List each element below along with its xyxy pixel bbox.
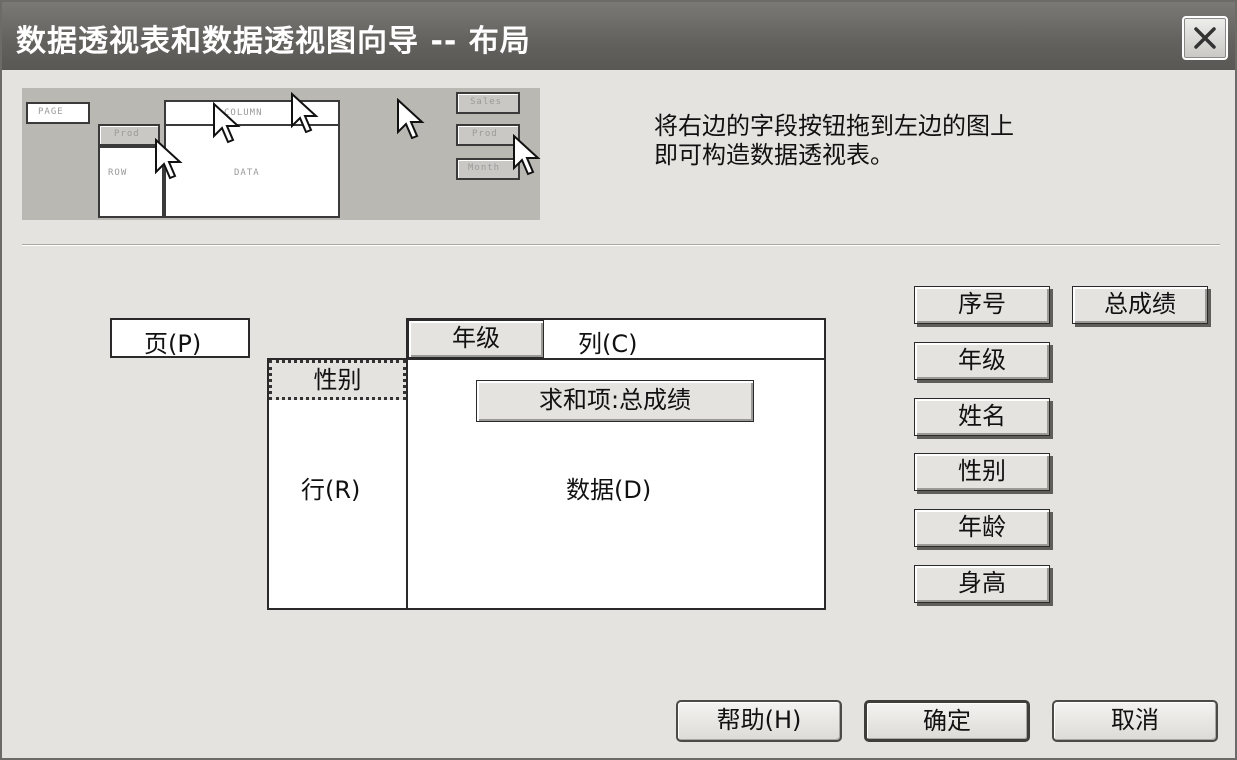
cursor-arrow-icon — [291, 92, 319, 134]
cursor-arrow-icon — [513, 134, 541, 176]
field-button-age[interactable]: 年龄 — [914, 509, 1050, 547]
preview-field-prod: Prod — [456, 124, 520, 146]
preview-prod-button: Prod — [98, 124, 160, 146]
field-button-gender[interactable]: 性别 — [914, 453, 1050, 491]
row-field-gender[interactable]: 性别 — [269, 360, 406, 400]
separator — [22, 244, 1220, 246]
preview-data-label: DATA — [234, 168, 260, 178]
close-button[interactable] — [1182, 16, 1228, 60]
instruction-line: 将右边的字段按钮拖到左边的图上 — [654, 112, 1014, 140]
page-drop-area[interactable]: 页(P) — [110, 318, 250, 358]
layout-preview-illustration: PAGE COLUMN ROW DATA Prod Sales Prod Mon… — [22, 88, 541, 220]
row-area-label: 行(R) — [301, 476, 361, 504]
data-area-label: 数据(D) — [566, 476, 652, 504]
preview-row-label: ROW — [108, 168, 128, 178]
field-button-serial[interactable]: 序号 — [914, 286, 1050, 324]
preview-page-label: PAGE — [38, 107, 64, 117]
page-area-label: 页(P) — [144, 330, 202, 358]
instruction-line: 即可构造数据透视表。 — [654, 141, 894, 169]
pivot-wizard-dialog: 数据透视表和数据透视图向导 -- 布局 PAGE COLUMN ROW DATA… — [0, 0, 1237, 760]
preview-field-label: Month — [468, 163, 501, 173]
preview-page-area: PAGE — [26, 102, 90, 124]
field-button-grade[interactable]: 年级 — [914, 342, 1050, 380]
title-bar[interactable]: 数据透视表和数据透视图向导 -- 布局 — [2, 2, 1235, 70]
preview-data-area: DATA — [164, 124, 340, 218]
ok-button[interactable]: 确定 — [864, 700, 1030, 742]
cursor-arrow-icon — [155, 138, 183, 180]
help-button[interactable]: 帮助(H) — [676, 700, 842, 742]
cancel-button[interactable]: 取消 — [1052, 700, 1218, 742]
field-button-name[interactable]: 姓名 — [914, 398, 1050, 436]
close-icon — [1194, 27, 1216, 49]
column-area-label: 列(C) — [578, 330, 638, 358]
preview-field-sales: Sales — [456, 92, 520, 114]
dialog-title: 数据透视表和数据透视图向导 -- 布局 — [16, 24, 531, 59]
preview-field-label: Prod — [472, 129, 498, 139]
preview-field-month: Month — [456, 158, 520, 180]
preview-field-label: Sales — [470, 97, 503, 107]
cursor-arrow-icon — [397, 98, 425, 140]
preview-prod-label: Prod — [114, 129, 140, 139]
field-button-total-score[interactable]: 总成绩 — [1072, 286, 1208, 324]
field-button-height[interactable]: 身高 — [914, 565, 1050, 603]
instruction-text: 将右边的字段按钮拖到左边的图上 即可构造数据透视表。 — [654, 112, 1124, 170]
column-field-grade[interactable]: 年级 — [408, 320, 544, 358]
data-field-sum-total-score[interactable]: 求和项:总成绩 — [476, 380, 754, 422]
cursor-arrow-icon — [213, 102, 241, 144]
